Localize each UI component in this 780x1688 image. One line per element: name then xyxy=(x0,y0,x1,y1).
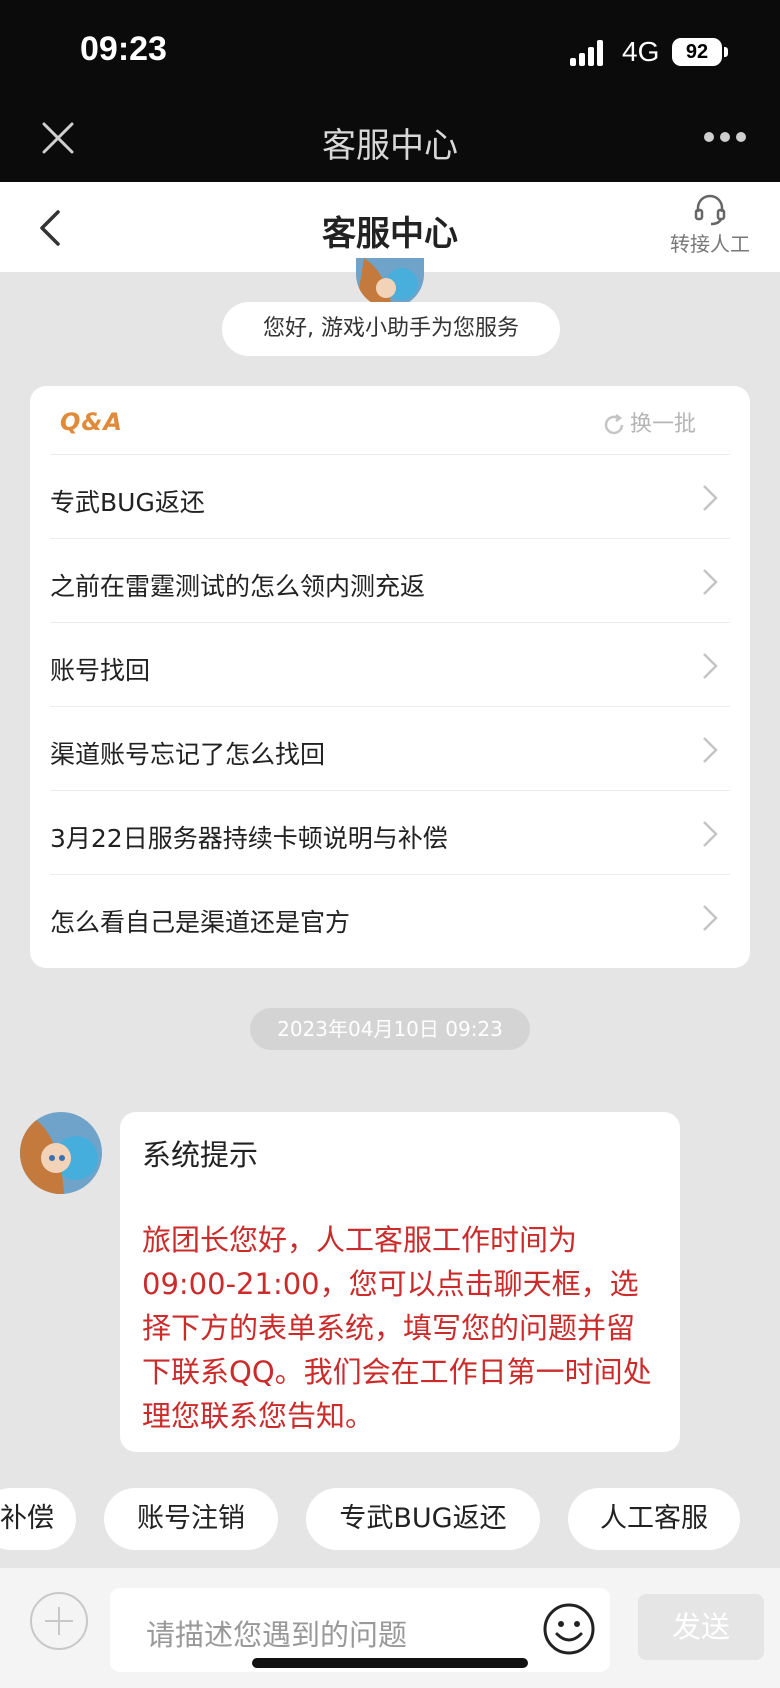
battery-icon: 92 xyxy=(672,38,722,66)
signal-icon xyxy=(570,40,610,66)
chevron-right-icon xyxy=(703,821,718,847)
chevron-right-icon xyxy=(703,653,718,679)
refresh-icon xyxy=(604,414,624,435)
webview-title: 客服中心 xyxy=(322,126,458,166)
chevron-right-icon xyxy=(703,737,718,763)
refresh-label: 换一批 xyxy=(630,412,697,437)
qa-item[interactable]: 专武BUG返还 xyxy=(50,455,730,539)
quick-reply-chip[interactable]: 补偿 xyxy=(0,1488,76,1550)
quick-reply-label: 补偿 xyxy=(0,1503,54,1534)
assistant-avatar xyxy=(20,1112,102,1194)
quick-reply-chip[interactable]: 人工客服 xyxy=(568,1488,740,1550)
home-indicator xyxy=(252,1658,528,1668)
status-time: 09:23 xyxy=(80,30,167,68)
qa-item-label: 3月22日服务器持续卡顿说明与补偿 xyxy=(50,824,448,853)
qa-item-label: 账号找回 xyxy=(50,656,151,685)
qa-item-label: 之前在雷霆测试的怎么领内测充返 xyxy=(50,572,426,601)
input-placeholder: 请描述您遇到的问题 xyxy=(146,1618,408,1652)
battery-tip xyxy=(724,47,728,57)
quick-reply-chip[interactable]: 账号注销 xyxy=(104,1488,278,1550)
qa-item-label: 怎么看自己是渠道还是官方 xyxy=(50,908,351,937)
assistant-avatar xyxy=(356,258,424,308)
quick-reply-chip[interactable]: 专武BUG返还 xyxy=(306,1488,540,1550)
qa-item[interactable]: 3月22日服务器持续卡顿说明与补偿 xyxy=(50,791,730,875)
qa-item[interactable]: 渠道账号忘记了怎么找回 xyxy=(50,707,730,791)
qa-card: Q&A 换一批 专武BUG返还 之前在雷霆测试的怎么领内测充返 账号找回 渠道账… xyxy=(30,386,750,968)
qa-list: 专武BUG返还 之前在雷霆测试的怎么领内测充返 账号找回 渠道账号忘记了怎么找回… xyxy=(50,455,730,959)
qa-item[interactable]: 账号找回 xyxy=(50,623,730,707)
qa-item-label: 专武BUG返还 xyxy=(50,488,205,517)
status-bar: 09:23 4G 92 客服中心 xyxy=(0,0,780,182)
refresh-button[interactable]: 换一批 xyxy=(602,406,696,438)
greeting-message: 您好, 游戏小助手为您服务 xyxy=(222,302,560,356)
quick-replies: 补偿 账号注销 专武BUG返还 人工客服 xyxy=(0,1488,780,1550)
transfer-human-button[interactable]: 转接人工 xyxy=(660,194,760,264)
send-button[interactable]: 发送 xyxy=(638,1594,764,1660)
input-bar: 请描述您遇到的问题 发送 xyxy=(0,1568,780,1688)
emoji-icon[interactable] xyxy=(542,1602,596,1656)
message-timestamp: 2023年04月10日 09:23 xyxy=(250,1008,530,1050)
qa-item-label: 渠道账号忘记了怎么找回 xyxy=(50,740,326,769)
add-attachment-button[interactable] xyxy=(30,1592,88,1650)
qa-item[interactable]: 怎么看自己是渠道还是官方 xyxy=(50,875,730,959)
chevron-right-icon xyxy=(703,905,718,931)
network-type: 4G xyxy=(622,36,660,67)
qa-item[interactable]: 之前在雷霆测试的怎么领内测充返 xyxy=(50,539,730,623)
system-message-bubble: 系统提示 旅团长您好，人工客服工作时间为09:00-21:00，您可以点击聊天框… xyxy=(120,1112,680,1452)
qa-logo: Q&A xyxy=(60,408,123,436)
message-body: 旅团长您好，人工客服工作时间为09:00-21:00，您可以点击聊天框，选择下方… xyxy=(142,1223,652,1433)
chevron-right-icon xyxy=(703,485,718,511)
message-title: 系统提示 xyxy=(142,1138,259,1172)
more-icon[interactable] xyxy=(704,132,746,144)
chevron-right-icon xyxy=(703,569,718,595)
headset-icon xyxy=(694,194,726,226)
transfer-label: 转接人工 xyxy=(670,232,750,256)
